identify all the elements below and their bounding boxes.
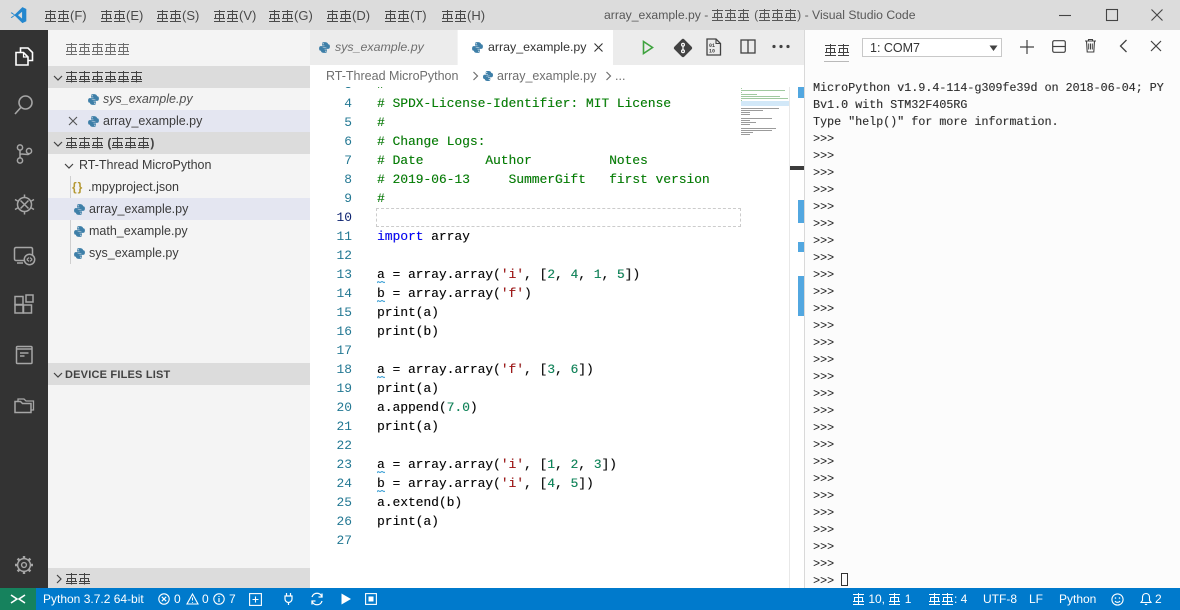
svg-text:10: 10 — [709, 49, 715, 55]
